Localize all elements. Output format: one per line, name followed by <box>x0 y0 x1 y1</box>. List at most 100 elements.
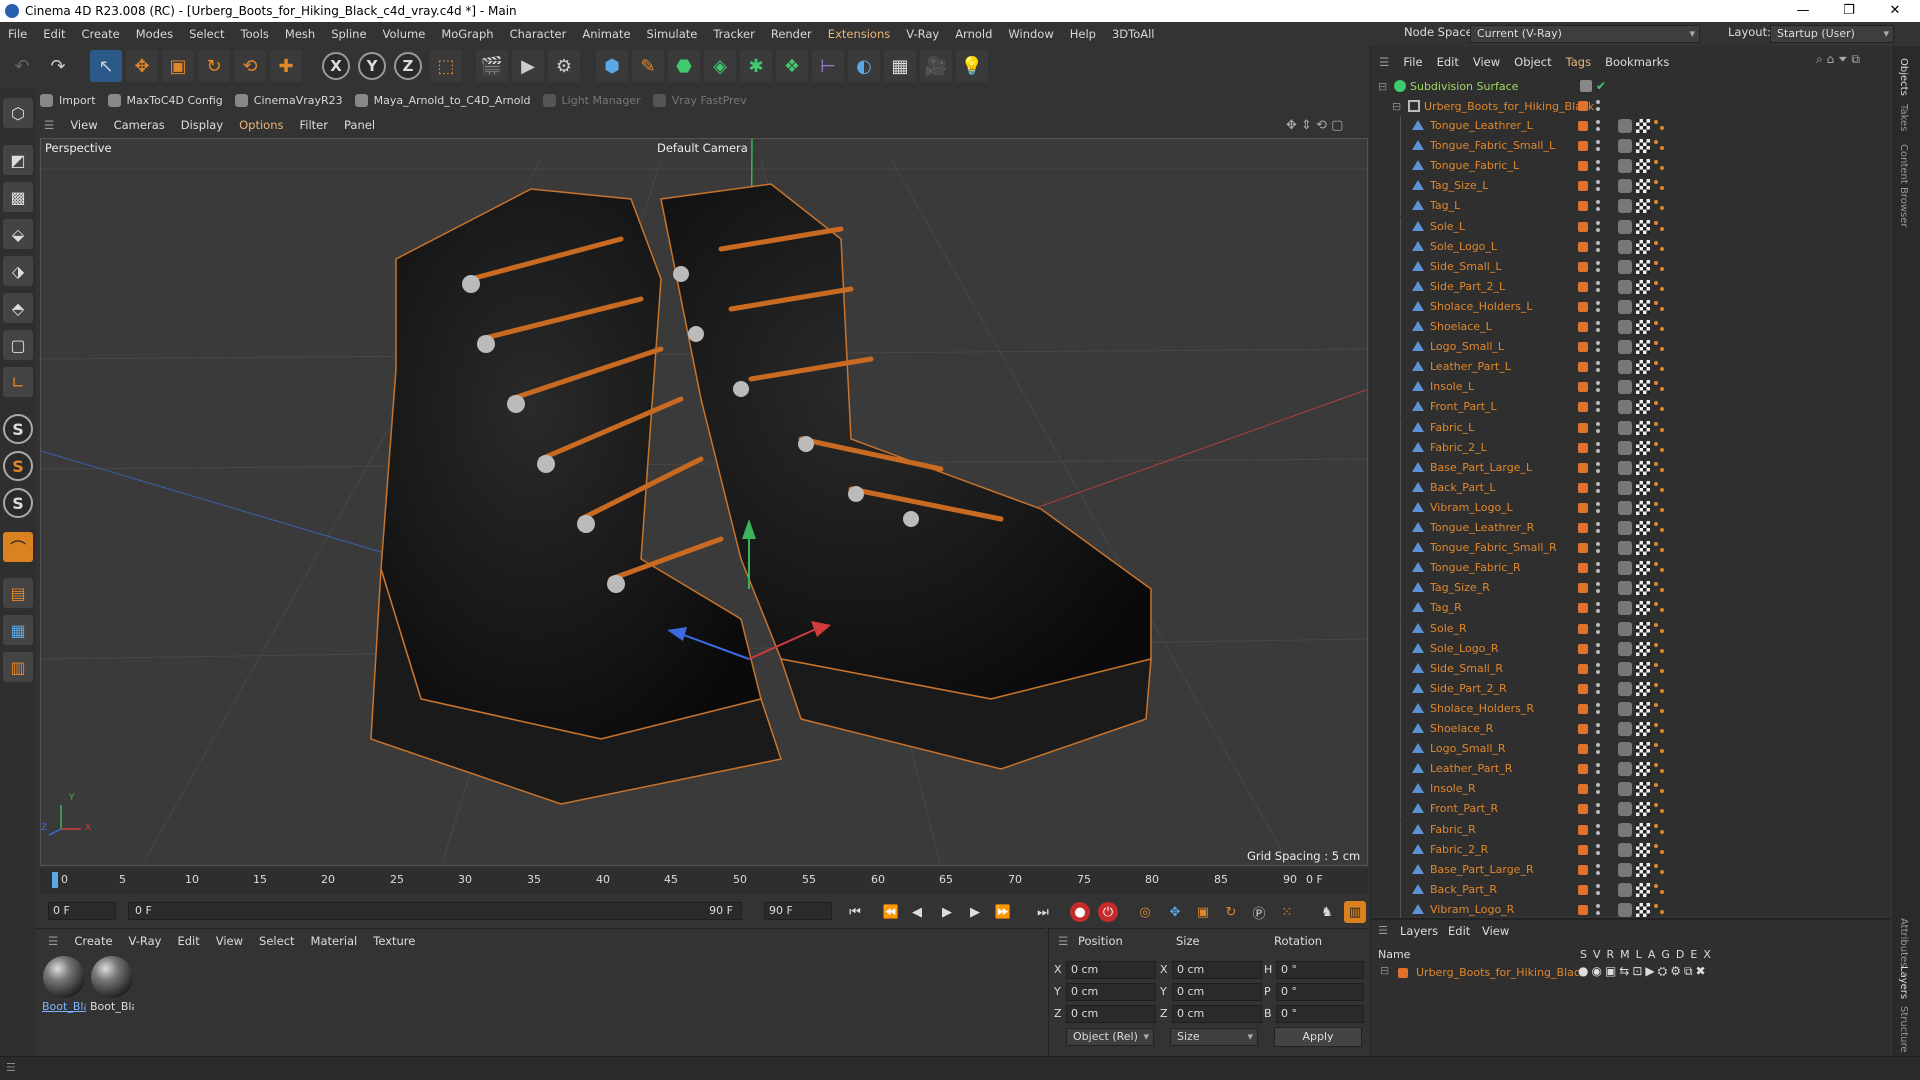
texture-tag-icon[interactable] <box>1636 460 1650 475</box>
record-icon[interactable]: ● <box>1070 902 1090 922</box>
layer-col-generators[interactable]: G <box>1661 948 1670 961</box>
selection-tag-icon[interactable] <box>1654 220 1666 233</box>
material-menu-icon[interactable]: ☰ <box>40 934 66 948</box>
texture-tag-icon[interactable] <box>1636 782 1650 797</box>
layer-color-swatch[interactable] <box>1578 844 1588 855</box>
vp-menu-display[interactable]: Display <box>173 118 231 132</box>
vray-tag-icon[interactable] <box>1618 259 1632 274</box>
render-picture-viewer-icon[interactable]: ▶ <box>512 50 544 82</box>
layer-color-swatch[interactable] <box>1578 161 1588 172</box>
selection-tag-icon[interactable] <box>1654 260 1666 273</box>
undo-icon[interactable]: ↶ <box>6 50 38 82</box>
coords-menu-icon[interactable]: ☰ <box>1058 934 1068 948</box>
visibility-dots-icon[interactable] <box>1596 200 1600 212</box>
object-row-child[interactable]: Sole_Logo_L <box>1374 236 1884 257</box>
pla-key-icon[interactable]: ⁙ <box>1276 901 1298 923</box>
layer-color-swatch[interactable] <box>1578 864 1588 875</box>
autokey-icon[interactable]: ⏻ <box>1098 902 1118 922</box>
menu-file[interactable]: File <box>0 27 35 41</box>
vray-tag-icon[interactable] <box>1618 360 1632 375</box>
visibility-dots-icon[interactable] <box>1596 300 1600 313</box>
layer-color-swatch[interactable] <box>1578 884 1588 895</box>
layer-color-swatch[interactable] <box>1578 241 1588 252</box>
polygons-mode-icon[interactable]: ⬘ <box>3 293 33 323</box>
visibility-dots-icon[interactable] <box>1596 240 1600 253</box>
frame-range-slider[interactable]: 0 F 90 F <box>128 902 742 920</box>
restore-button[interactable]: ❐ <box>1826 0 1872 22</box>
texture-tag-icon[interactable] <box>1636 902 1650 917</box>
menu-arnold[interactable]: Arnold <box>947 27 1000 41</box>
visibility-dots-icon[interactable] <box>1596 843 1600 856</box>
object-row-child[interactable]: Fabric_2_R <box>1374 839 1884 860</box>
size-y-field[interactable]: 0 cm <box>1172 983 1262 1001</box>
layer-color-swatch[interactable] <box>1578 281 1588 292</box>
texture-tag-icon[interactable] <box>1636 822 1650 837</box>
go-to-start-icon[interactable]: ⏮ <box>844 901 866 923</box>
object-row-child[interactable]: Fabric_L <box>1374 417 1884 438</box>
object-menu-icon[interactable]: ☰ <box>1372 55 1396 69</box>
object-row-child[interactable]: Leather_Part_R <box>1374 759 1884 780</box>
mat-menu-edit[interactable]: Edit <box>169 934 207 948</box>
next-key-icon[interactable]: ⏩ <box>992 901 1014 923</box>
plugin-maxtoc4d[interactable]: MaxToC4D Config <box>107 93 223 107</box>
selection-tag-icon[interactable] <box>1654 200 1666 212</box>
texture-tag-icon[interactable] <box>1636 541 1650 556</box>
layer-color-swatch[interactable] <box>1398 968 1408 978</box>
texture-tag-icon[interactable] <box>1636 500 1650 515</box>
vray-tag-icon[interactable] <box>1618 521 1632 535</box>
visibility-dots-icon[interactable] <box>1596 461 1600 474</box>
vray-tag-icon[interactable] <box>1618 601 1632 616</box>
texture-mode-icon[interactable]: ▩ <box>3 182 33 212</box>
object-row-child[interactable]: Sole_Logo_R <box>1374 638 1884 659</box>
visibility-dots-icon[interactable] <box>1596 803 1600 815</box>
visibility-dots-icon[interactable] <box>1596 582 1600 594</box>
collapse-icon[interactable]: ⊟ <box>1392 100 1401 113</box>
texture-tag-icon[interactable] <box>1636 279 1650 294</box>
selection-tag-icon[interactable] <box>1654 843 1666 856</box>
visibility-dots-icon[interactable] <box>1596 622 1600 635</box>
visibility-dots-icon[interactable] <box>1596 481 1600 494</box>
layer-color-swatch[interactable] <box>1578 422 1588 433</box>
object-row-child[interactable]: Tag_L <box>1374 196 1884 217</box>
layer-color-swatch[interactable] <box>1578 221 1588 232</box>
object-row-child[interactable]: Logo_Small_R <box>1374 739 1884 760</box>
visibility-dots-icon[interactable] <box>1596 682 1600 695</box>
menu-help[interactable]: Help <box>1062 27 1104 41</box>
recent-tool-icon[interactable]: ⟲ <box>234 50 266 82</box>
layout-dropdown[interactable]: Startup (User) <box>1770 25 1894 43</box>
cloner-icon[interactable]: ✱ <box>740 50 772 82</box>
visibility-dots-icon[interactable] <box>1596 642 1600 655</box>
layer-color-swatch[interactable] <box>1578 744 1588 755</box>
visibility-dots-icon[interactable] <box>1596 280 1600 293</box>
next-frame-icon[interactable]: ▶ <box>964 901 986 923</box>
tab-layers[interactable]: Layers <box>1898 966 1909 999</box>
layer-color-swatch[interactable] <box>1578 382 1588 393</box>
object-row-child[interactable]: Back_Part_L <box>1374 477 1884 498</box>
layer-color-swatch[interactable] <box>1578 904 1588 915</box>
layer-color-swatch[interactable] <box>1578 362 1588 373</box>
texture-tag-icon[interactable] <box>1636 742 1650 757</box>
texture-tag-icon[interactable] <box>1636 762 1650 777</box>
vray-tag-icon[interactable] <box>1618 440 1632 455</box>
layer-color-swatch[interactable] <box>1578 683 1588 694</box>
selection-tag-icon[interactable] <box>1654 522 1666 534</box>
visibility-dots-icon[interactable] <box>1596 421 1600 434</box>
layers-menu-layers[interactable]: Layers <box>1400 924 1438 938</box>
viewport-navigation-icons[interactable]: ✥ ⇕ ⟲ ▢ <box>1286 118 1343 133</box>
deformer-icon[interactable]: ⊢ <box>812 50 844 82</box>
selection-tag-icon[interactable] <box>1654 783 1666 795</box>
timeline-ruler[interactable] <box>40 868 1368 894</box>
mat-menu-texture[interactable]: Texture <box>365 934 423 948</box>
object-row-child[interactable]: Tongue_Leathrer_R <box>1374 518 1884 538</box>
selection-tag-icon[interactable] <box>1654 401 1666 413</box>
layer-col-view[interactable]: V <box>1593 948 1601 961</box>
object-row-child[interactable]: Sole_L <box>1374 216 1884 237</box>
snap-icon[interactable]: S <box>3 414 33 444</box>
visibility-dots-icon[interactable] <box>1596 441 1600 454</box>
rotate-icon[interactable]: ↻ <box>198 50 230 82</box>
selection-tag-icon[interactable] <box>1654 823 1666 836</box>
y-axis-lock-icon[interactable]: Y <box>358 52 386 80</box>
visibility-dots-icon[interactable] <box>1596 140 1600 152</box>
uv-mode-icon[interactable]: ▢ <box>3 330 33 360</box>
object-row-child[interactable]: Tongue_Leathrer_L <box>1374 116 1884 136</box>
